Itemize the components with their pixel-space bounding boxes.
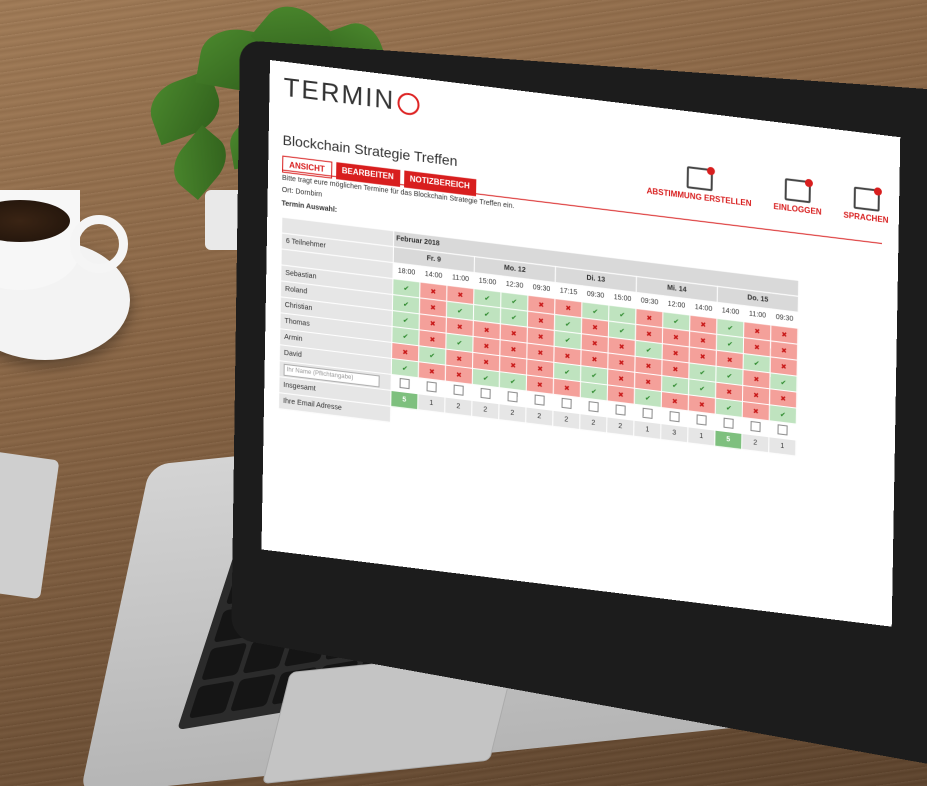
user-icon [784,178,812,204]
total-count: 1 [687,426,715,447]
vote-checkbox[interactable] [723,417,734,429]
keyboard-key[interactable] [201,643,247,681]
termino-logo[interactable]: TERMIN [283,71,420,120]
tablet-device [0,450,60,600]
total-count: 1 [633,420,661,440]
vote-checkbox[interactable] [588,400,599,412]
vote-checkbox[interactable] [426,380,437,392]
create-poll-button[interactable]: ABSTIMMUNG ERSTELLEN [647,161,752,208]
total-count: 2 [444,396,472,417]
desk-photo: TERMIN ABSTIMMUNG ERSTELLEN EINLOGGEN SP… [0,0,927,786]
total-count: 2 [525,406,553,427]
vote-checkbox[interactable] [399,377,410,389]
keyboard-key[interactable] [230,674,276,712]
cup-handle [70,215,128,273]
total-count: 1 [417,393,445,413]
vote-checkbox[interactable] [453,384,464,396]
total-count: 1 [768,436,796,456]
vote-checkbox[interactable] [777,423,788,435]
laptop-screen: TERMIN ABSTIMMUNG ERSTELLEN EINLOGGEN SP… [261,60,900,627]
action-label: EINLOGGEN [773,201,822,217]
keyboard-key[interactable] [189,681,235,719]
top-actions: ABSTIMMUNG ERSTELLEN EINLOGGEN SPRACHEN [647,161,889,225]
vote-checkbox[interactable] [669,410,680,422]
action-label: SPRACHEN [843,210,889,225]
vote-checkbox[interactable] [507,390,518,402]
vote-checkbox[interactable] [534,393,545,406]
vote-checkbox[interactable] [561,397,572,409]
total-count: 5 [714,430,742,450]
vote-checkbox[interactable] [696,413,707,426]
total-count: 2 [498,403,526,423]
total-count: 2 [741,433,769,453]
chat-icon [853,186,880,212]
poll-location: Ort: Dornbirn [281,186,323,199]
total-count: 2 [471,400,499,420]
total-count: 2 [552,410,580,430]
selection-label: Termin Auswahl: [281,200,338,215]
vote-checkbox[interactable] [642,407,653,419]
vote-checkbox[interactable] [615,403,626,416]
vote-checkbox[interactable] [480,387,491,399]
logo-text: TERMIN [283,71,396,116]
login-button[interactable]: EINLOGGEN [773,177,822,217]
total-count: 2 [606,416,634,437]
total-count: 5 [390,390,418,410]
total-count: 3 [660,423,688,443]
language-button[interactable]: SPRACHEN [843,185,889,225]
document-add-icon [686,166,713,192]
total-count: 2 [579,413,607,433]
vote-grid: Februar 2018 6 Teilnehmer Fr. 9 Mo. 12 Di. 1… [278,216,799,472]
vote-checkbox[interactable] [750,420,761,432]
clock-icon [396,91,420,117]
